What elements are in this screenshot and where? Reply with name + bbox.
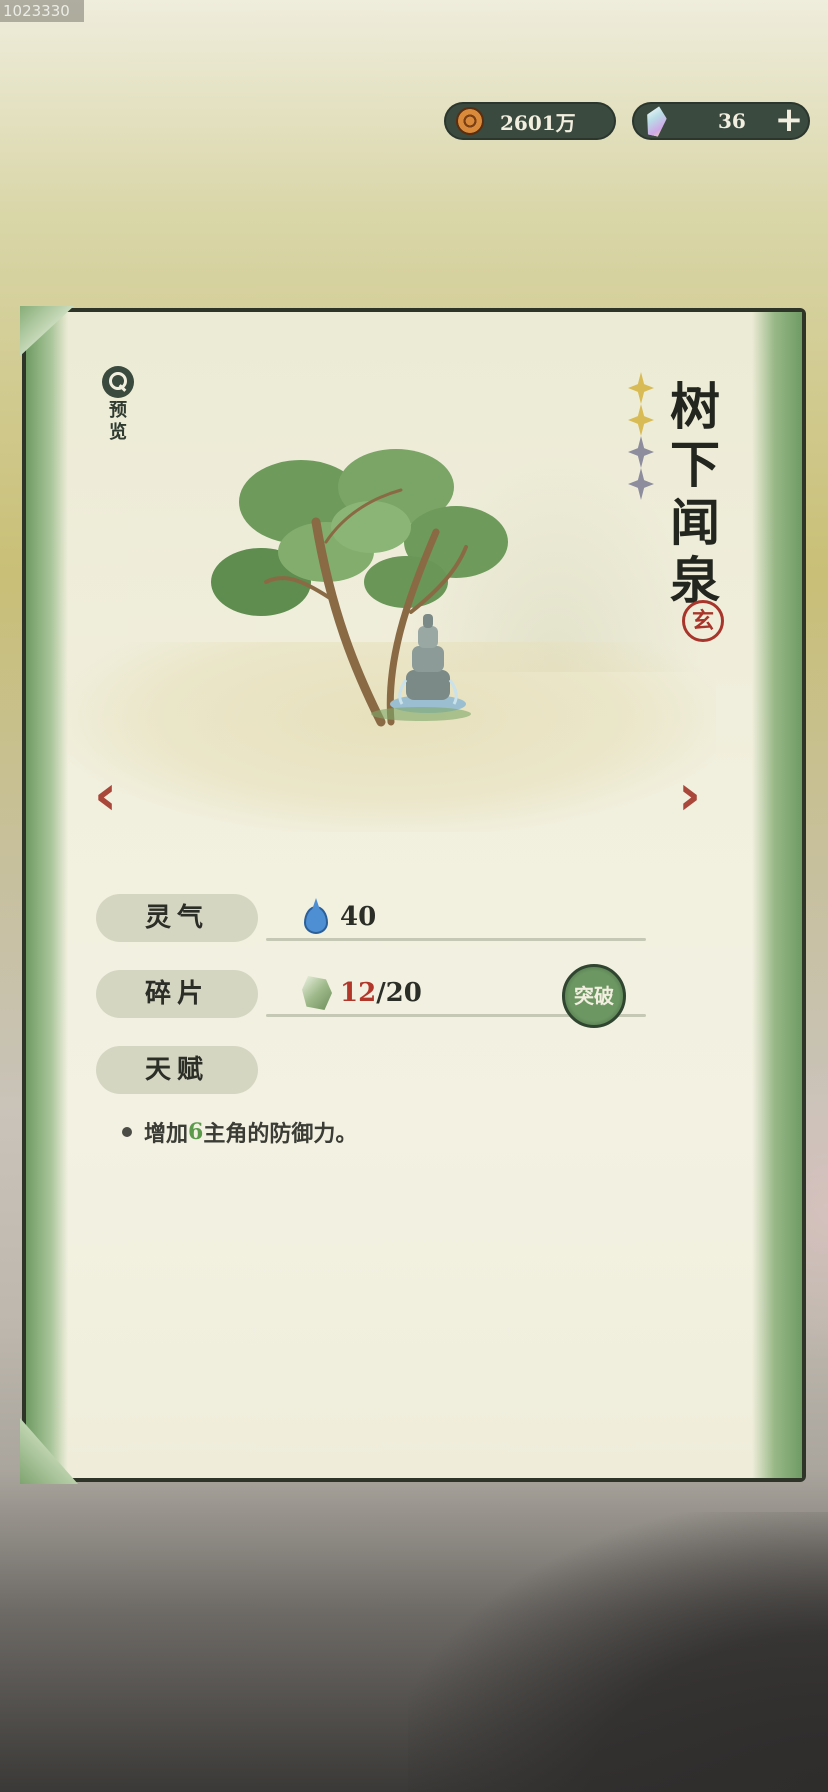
fragments-row: 碎片 12/20 突破 [96, 964, 656, 1028]
coins-counter[interactable]: 2601万 [444, 102, 616, 140]
fragment-icon [302, 976, 332, 1010]
divider [266, 938, 646, 941]
coins-amount: 2601万 [500, 110, 576, 135]
bullet-icon [122, 1127, 132, 1137]
lingqi-label: 灵气 [96, 894, 258, 942]
talent-row: 天赋 [96, 1046, 656, 1096]
star-empty-icon [628, 436, 654, 468]
gem-icon [643, 104, 669, 138]
treasure-name: 树 下 闻 泉 [666, 378, 724, 610]
treasure-name-char: 闻 [670, 493, 720, 552]
talent-value: 6 [188, 1119, 204, 1145]
star-empty-icon [628, 468, 654, 500]
treasure-title: 树 下 闻 泉 [628, 372, 724, 610]
star-filled-icon [628, 404, 654, 436]
water-drop-icon [304, 906, 328, 934]
magnifier-icon [102, 366, 134, 398]
talent-description: 增加 6 主角的防御力。 [122, 1116, 357, 1148]
talent-label: 天赋 [96, 1046, 258, 1094]
prev-arrow-button[interactable]: ‹ [94, 768, 117, 824]
breakthrough-button[interactable]: 突破 [562, 964, 626, 1028]
grade-seal: 玄 [682, 600, 724, 642]
scroll-edge-left [26, 312, 68, 1478]
preview-button[interactable]: 预 览 [100, 366, 136, 444]
treasure-name-char: 下 [670, 435, 720, 494]
star-rating [628, 372, 654, 500]
treasure-card: 预 览 树 下 闻 泉 玄 ‹ › 灵气 40 碎片 12/20 突破 天赋 增… [20, 306, 806, 1484]
lingqi-row: 灵气 40 [96, 894, 656, 944]
lingqi-value: 40 [340, 902, 377, 932]
fragments-current: 12 [340, 978, 377, 1008]
add-gems-button[interactable]: + [772, 103, 806, 138]
watermark: 1023330 [0, 0, 84, 22]
preview-label-char: 览 [109, 422, 127, 443]
talent-text-prefix: 增加 [144, 1121, 189, 1147]
star-filled-icon [628, 372, 654, 404]
gems-amount: 36 [718, 109, 746, 133]
fragments-label: 碎片 [96, 970, 258, 1018]
tree-foliage-icon [211, 449, 508, 616]
tree-fountain-illustration [211, 449, 508, 727]
preview-label-char: 预 [109, 400, 127, 421]
talent-text-suffix: 主角的防御力。 [203, 1121, 358, 1147]
next-arrow-button[interactable]: › [678, 768, 701, 824]
scroll-edge-right [752, 312, 802, 1478]
fragments-total: /20 [376, 978, 422, 1008]
coin-icon [456, 107, 484, 135]
fragments-count: 12/20 [340, 978, 422, 1008]
background-shadow [408, 1512, 828, 1792]
gems-counter: 36 + [632, 102, 810, 140]
treasure-name-char: 树 [670, 377, 720, 436]
